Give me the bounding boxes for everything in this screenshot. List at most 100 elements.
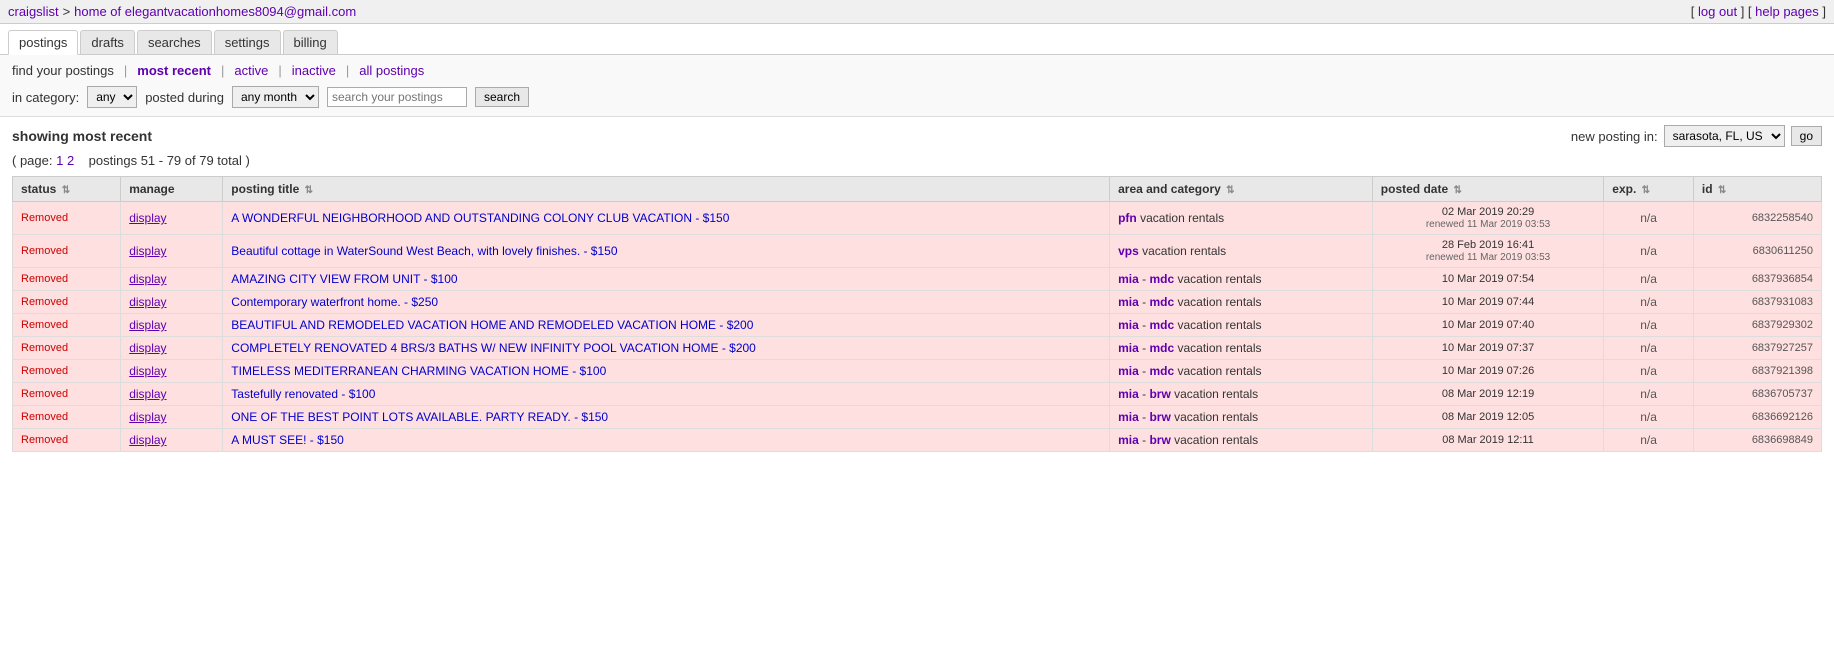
col-id[interactable]: id ⇅ <box>1693 177 1821 202</box>
home-link[interactable]: home of elegantvacationhomes8094@gmail.c… <box>74 4 356 19</box>
date-cell: 10 Mar 2019 07:40 <box>1372 314 1603 337</box>
col-date[interactable]: posted date ⇅ <box>1372 177 1603 202</box>
page-2-link-plain[interactable]: 2 <box>67 153 74 168</box>
manage-cell: display <box>121 429 223 452</box>
posting-title-link[interactable]: Contemporary waterfront home. - $250 <box>231 295 438 309</box>
postings-table: status ⇅ manage posting title ⇅ area and… <box>12 176 1822 452</box>
area-extra-link[interactable]: mdc <box>1149 295 1174 309</box>
go-button[interactable]: go <box>1791 126 1822 146</box>
new-posting-select[interactable]: sarasota, FL, US <box>1664 125 1785 147</box>
display-link[interactable]: display <box>129 244 166 258</box>
search-button[interactable]: search <box>475 87 529 107</box>
craigslist-link[interactable]: craigslist <box>8 4 59 19</box>
logout-link[interactable]: log out <box>1698 4 1737 19</box>
exp-cell: n/a <box>1604 314 1694 337</box>
display-link[interactable]: display <box>129 272 166 286</box>
area-link[interactable]: pfn <box>1118 211 1137 225</box>
area-extra-link[interactable]: mdc <box>1149 318 1174 332</box>
category-select[interactable]: any <box>87 86 137 108</box>
all-postings-link[interactable]: all postings <box>359 63 424 78</box>
manage-cell: display <box>121 337 223 360</box>
area-cell: mia - mdc vacation rentals <box>1110 337 1373 360</box>
status-cell: Removed <box>13 429 121 452</box>
title-cell: A WONDERFUL NEIGHBORHOOD AND OUTSTANDING… <box>223 202 1110 235</box>
tab-billing[interactable]: billing <box>283 30 338 54</box>
display-link[interactable]: display <box>129 387 166 401</box>
showing-text: showing most recent <box>12 128 152 144</box>
posting-title-link[interactable]: BEAUTIFUL AND REMODELED VACATION HOME AN… <box>231 318 753 332</box>
col-exp[interactable]: exp. ⇅ <box>1604 177 1694 202</box>
posting-title-link[interactable]: A MUST SEE! - $150 <box>231 433 344 447</box>
breadcrumb-separator: > <box>63 4 71 19</box>
date-cell: 08 Mar 2019 12:11 <box>1372 429 1603 452</box>
help-link[interactable]: help pages <box>1755 4 1819 19</box>
display-link[interactable]: display <box>129 341 166 355</box>
display-link[interactable]: display <box>129 318 166 332</box>
area-link[interactable]: mia <box>1118 364 1139 378</box>
status-cell: Removed <box>13 383 121 406</box>
posted-during-select[interactable]: any month <box>232 86 319 108</box>
table-row: RemoveddisplayBeautiful cottage in Water… <box>13 235 1822 268</box>
area-link[interactable]: vps <box>1118 244 1139 258</box>
area-link[interactable]: mia <box>1118 272 1139 286</box>
area-extra-link[interactable]: mdc <box>1149 364 1174 378</box>
area-extra-link[interactable]: mdc <box>1149 341 1174 355</box>
area-extra-link[interactable]: brw <box>1149 433 1170 447</box>
area-link[interactable]: mia <box>1118 433 1139 447</box>
table-row: RemoveddisplayContemporary waterfront ho… <box>13 291 1822 314</box>
display-link[interactable]: display <box>129 295 166 309</box>
display-link[interactable]: display <box>129 211 166 225</box>
exp-cell: n/a <box>1604 291 1694 314</box>
posting-title-link[interactable]: Beautiful cottage in WaterSound West Bea… <box>231 244 617 258</box>
posting-title-link[interactable]: COMPLETELY RENOVATED 4 BRS/3 BATHS W/ NE… <box>231 341 756 355</box>
manage-cell: display <box>121 268 223 291</box>
area-link[interactable]: mia <box>1118 295 1139 309</box>
top-bar-left: craigslist > home of elegantvacationhome… <box>8 4 356 19</box>
inactive-link[interactable]: inactive <box>292 63 336 78</box>
most-recent-link[interactable]: most recent <box>137 63 211 78</box>
status-cell: Removed <box>13 406 121 429</box>
col-title[interactable]: posting title ⇅ <box>223 177 1110 202</box>
table-row: RemoveddisplayA MUST SEE! - $150mia - br… <box>13 429 1822 452</box>
title-cell: COMPLETELY RENOVATED 4 BRS/3 BATHS W/ NE… <box>223 337 1110 360</box>
in-category-label: in category: <box>12 90 79 105</box>
table-row: RemoveddisplayA WONDERFUL NEIGHBORHOOD A… <box>13 202 1822 235</box>
exp-cell: n/a <box>1604 360 1694 383</box>
title-cell: Contemporary waterfront home. - $250 <box>223 291 1110 314</box>
title-cell: A MUST SEE! - $150 <box>223 429 1110 452</box>
posting-title-link[interactable]: ONE OF THE BEST POINT LOTS AVAILABLE. PA… <box>231 410 608 424</box>
posting-title-link[interactable]: Tastefully renovated - $100 <box>231 387 375 401</box>
top-bar: craigslist > home of elegantvacationhome… <box>0 0 1834 24</box>
title-cell: TIMELESS MEDITERRANEAN CHARMING VACATION… <box>223 360 1110 383</box>
display-link[interactable]: display <box>129 410 166 424</box>
tab-settings[interactable]: settings <box>214 30 281 54</box>
display-link[interactable]: display <box>129 433 166 447</box>
area-link[interactable]: mia <box>1118 387 1139 401</box>
page-1-link[interactable]: 1 <box>56 153 63 168</box>
area-extra-link[interactable]: brw <box>1149 387 1170 401</box>
id-cell: 6836705737 <box>1693 383 1821 406</box>
tab-postings[interactable]: postings <box>8 30 78 55</box>
manage-cell: display <box>121 235 223 268</box>
tab-searches[interactable]: searches <box>137 30 212 54</box>
area-link[interactable]: mia <box>1118 318 1139 332</box>
posting-title-link[interactable]: A WONDERFUL NEIGHBORHOOD AND OUTSTANDING… <box>231 211 729 225</box>
status-cell: Removed <box>13 337 121 360</box>
search-input[interactable] <box>327 87 467 107</box>
posting-title-link[interactable]: TIMELESS MEDITERRANEAN CHARMING VACATION… <box>231 364 606 378</box>
area-extra-link[interactable]: brw <box>1149 410 1170 424</box>
showing-row: showing most recent new posting in: sara… <box>12 125 1822 147</box>
manage-cell: display <box>121 291 223 314</box>
tab-drafts[interactable]: drafts <box>80 30 135 54</box>
display-link[interactable]: display <box>129 364 166 378</box>
area-extra-link[interactable]: mdc <box>1149 272 1174 286</box>
date-cell: 10 Mar 2019 07:44 <box>1372 291 1603 314</box>
col-status[interactable]: status ⇅ <box>13 177 121 202</box>
active-link[interactable]: active <box>234 63 268 78</box>
id-cell: 6836698849 <box>1693 429 1821 452</box>
posting-title-link[interactable]: AMAZING CITY VIEW FROM UNIT - $100 <box>231 272 457 286</box>
area-cell: mia - brw vacation rentals <box>1110 406 1373 429</box>
area-link[interactable]: mia <box>1118 410 1139 424</box>
area-link[interactable]: mia <box>1118 341 1139 355</box>
col-area[interactable]: area and category ⇅ <box>1110 177 1373 202</box>
